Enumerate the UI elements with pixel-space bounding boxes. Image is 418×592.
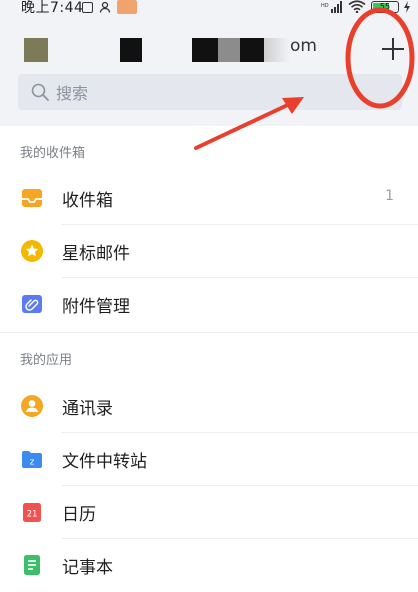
list-item-notepad[interactable]: 记事本: [0, 539, 418, 592]
notepad-icon: [24, 555, 40, 575]
account-redaction-block: [240, 38, 264, 62]
signal-icon: HD: [321, 0, 342, 13]
account-redaction-block: [264, 38, 290, 62]
svg-text:21: 21: [27, 510, 38, 520]
nfc-icon: [82, 1, 93, 13]
calendar-icon: 21: [23, 503, 41, 522]
account-redaction-block: [120, 38, 142, 62]
inbox-icon: [22, 189, 42, 207]
status-time: 晚上7:44: [21, 0, 84, 16]
list-item-file-transfer[interactable]: z 文件中转站: [0, 433, 418, 486]
svg-text:HD: HD: [321, 3, 329, 9]
account-avatar[interactable]: [24, 38, 48, 62]
status-notification-icons: [82, 0, 137, 14]
account-address[interactable]: om: [290, 36, 317, 56]
annotation-arrow: [194, 97, 304, 150]
star-icon: [21, 240, 43, 262]
account-redaction-block: [218, 38, 240, 62]
search-icon: [31, 83, 49, 101]
list-item-starred[interactable]: 星标邮件: [0, 225, 418, 278]
list-item-inbox[interactable]: 收件箱 1: [0, 172, 418, 225]
folder-icon: z: [22, 451, 42, 468]
list-item-calendar[interactable]: 21 日历: [0, 486, 418, 539]
svg-text:z: z: [30, 458, 35, 468]
contacts-icon: [21, 395, 43, 417]
account-redaction-block: [192, 38, 218, 62]
search-placeholder: 搜索: [56, 84, 89, 103]
app-notification-icon: [117, 0, 137, 14]
annotation-circle: [345, 7, 415, 109]
list-item-attachments[interactable]: 附件管理: [0, 278, 418, 331]
list-item-contacts[interactable]: 通讯录: [0, 380, 418, 433]
section-header-apps: 我的应用: [0, 333, 418, 377]
user-icon: [99, 1, 111, 13]
unread-count: 1: [385, 188, 394, 204]
attachment-icon: [22, 295, 42, 313]
